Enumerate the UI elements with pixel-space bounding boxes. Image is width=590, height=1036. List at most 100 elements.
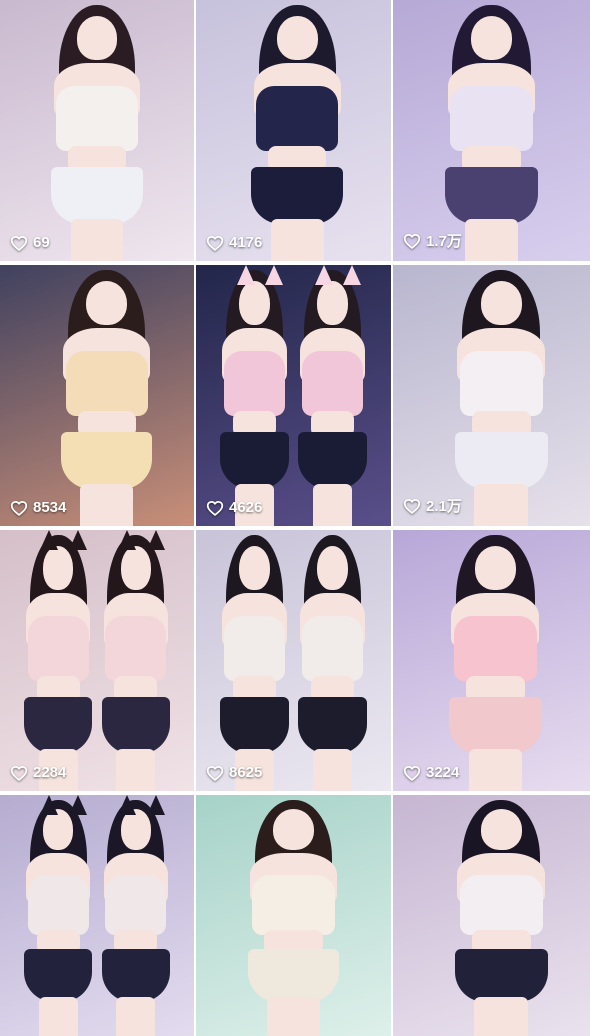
like-count: 8534 <box>10 499 66 516</box>
video-thumbnail[interactable]: 8625 <box>196 530 393 791</box>
video-thumbnail[interactable] <box>196 795 393 1036</box>
video-thumbnail[interactable] <box>393 795 590 1036</box>
person-top <box>65 351 148 417</box>
cat-ear-headband <box>68 795 87 815</box>
person-face <box>86 280 128 326</box>
person-legs <box>116 749 156 791</box>
person-top <box>453 616 537 682</box>
person-legs <box>116 997 156 1036</box>
person-skirt <box>298 697 367 755</box>
person-skirt <box>454 432 548 490</box>
cat-ear-headband <box>40 530 59 550</box>
person-face <box>474 545 517 591</box>
like-count: 4626 <box>206 499 262 516</box>
person-skirt <box>445 167 538 225</box>
person-top <box>302 616 363 682</box>
like-count-text: 2284 <box>33 764 67 781</box>
person-face <box>317 280 348 326</box>
like-count-text: 8625 <box>229 764 263 781</box>
person-top <box>252 874 335 935</box>
person-legs <box>474 997 529 1036</box>
person-top <box>105 874 167 935</box>
person-top <box>459 351 543 417</box>
video-thumbnail[interactable]: 1.7万 <box>393 0 590 261</box>
like-count-text: 4626 <box>229 499 263 516</box>
person-legs <box>266 997 321 1036</box>
person-top <box>302 351 363 417</box>
person-face <box>239 280 270 326</box>
video-thumbnail[interactable]: 4176 <box>196 0 393 261</box>
like-count: 69 <box>10 234 50 251</box>
person-face <box>480 809 523 851</box>
person-skirt <box>247 949 340 1003</box>
video-thumbnail[interactable]: 2.1万 <box>393 265 590 526</box>
person-skirt <box>220 697 289 755</box>
video-thumbnail[interactable] <box>0 795 196 1036</box>
person-skirt <box>449 697 542 755</box>
person-skirt <box>101 697 170 755</box>
person-face <box>76 15 118 61</box>
like-count: 8625 <box>206 764 262 781</box>
person-face <box>276 15 318 61</box>
person-legs <box>38 997 78 1036</box>
person-face <box>272 809 315 851</box>
person-skirt <box>24 697 93 755</box>
heart-outline-icon <box>403 498 421 514</box>
video-thumbnail[interactable]: 2284 <box>0 530 196 791</box>
video-thumbnail[interactable]: 69 <box>0 0 196 261</box>
person-legs <box>270 219 324 261</box>
person-face <box>43 545 74 591</box>
person-face <box>470 15 513 61</box>
like-count: 2.1万 <box>403 495 462 516</box>
cat-ear-headband <box>236 265 255 285</box>
cat-ear-headband <box>68 530 87 550</box>
heart-outline-icon <box>403 765 421 781</box>
like-count: 1.7万 <box>403 230 462 251</box>
person-face <box>120 809 151 851</box>
like-count: 3224 <box>403 764 459 781</box>
like-count-text: 69 <box>33 234 50 251</box>
person-skirt <box>24 949 93 1003</box>
person-top <box>27 874 89 935</box>
video-thumbnail[interactable]: 4626 <box>196 265 393 526</box>
person-top <box>449 86 534 152</box>
person-legs <box>474 484 529 526</box>
like-count-text: 8534 <box>33 499 67 516</box>
person-face <box>239 545 270 591</box>
cat-ear-headband <box>146 795 165 815</box>
person-face <box>120 545 151 591</box>
person-face <box>43 809 74 851</box>
person-legs <box>312 749 353 791</box>
person-top <box>56 86 138 152</box>
video-thumbnail[interactable]: 8534 <box>0 265 196 526</box>
cat-ear-headband <box>117 530 136 550</box>
person-legs <box>468 749 523 791</box>
person-skirt <box>60 432 153 490</box>
heart-outline-icon <box>10 765 28 781</box>
cat-ear-headband <box>117 795 136 815</box>
cat-ear-headband <box>40 795 59 815</box>
person-top <box>459 874 543 935</box>
video-thumbnail[interactable]: 3224 <box>393 530 590 791</box>
person-face <box>317 545 348 591</box>
person-skirt <box>454 949 548 1003</box>
person-legs <box>80 484 134 526</box>
cat-ear-headband <box>343 265 362 285</box>
person-top <box>224 351 285 417</box>
heart-outline-icon <box>403 233 421 249</box>
heart-outline-icon <box>206 765 224 781</box>
person-skirt <box>220 432 289 490</box>
person-skirt <box>51 167 143 225</box>
person-top <box>105 616 167 682</box>
heart-outline-icon <box>10 235 28 251</box>
person-face <box>480 280 523 326</box>
heart-outline-icon <box>206 500 224 516</box>
person-skirt <box>101 949 170 1003</box>
like-count-text: 3224 <box>426 764 460 781</box>
person-legs <box>464 219 519 261</box>
cat-ear-headband <box>265 265 284 285</box>
person-legs <box>312 484 353 526</box>
person-top <box>224 616 285 682</box>
like-count-text: 4176 <box>229 234 263 251</box>
person-top <box>27 616 89 682</box>
